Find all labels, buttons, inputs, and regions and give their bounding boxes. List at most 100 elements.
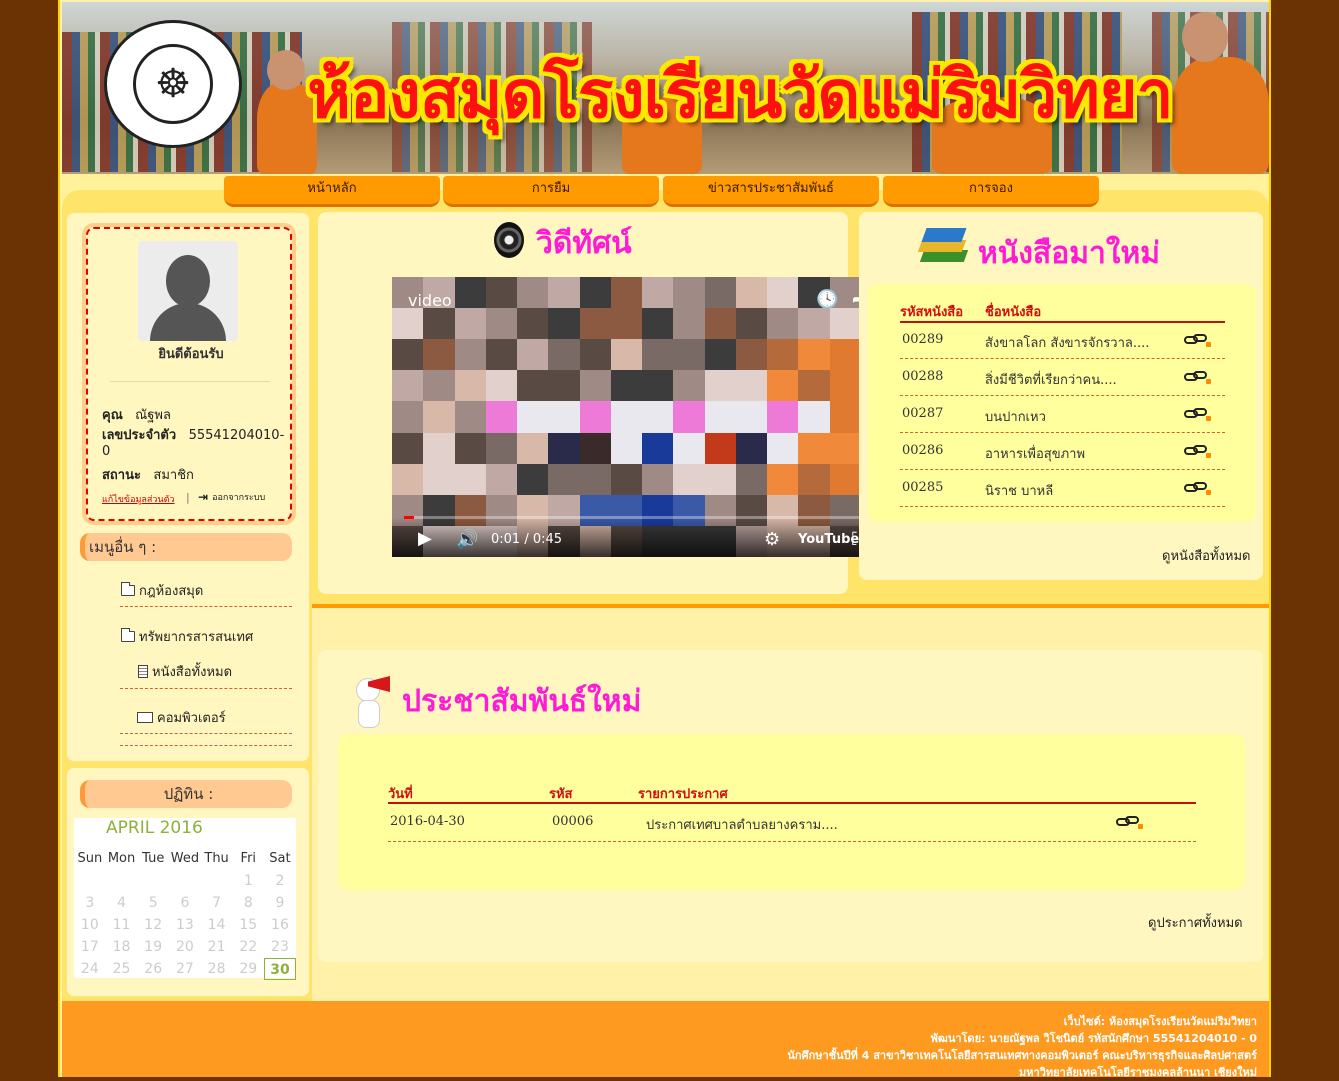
calendar-day[interactable]: 15 <box>232 914 264 936</box>
video-thumbnail-pixel <box>767 339 799 371</box>
video-thumbnail-pixel <box>673 401 705 433</box>
calendar-day[interactable]: 4 <box>106 892 138 914</box>
video-thumbnail-pixel <box>485 308 517 340</box>
calendar-day[interactable]: 10 <box>74 914 106 936</box>
calendar-day[interactable]: 16 <box>264 914 296 936</box>
calendar-day[interactable]: 11 <box>106 914 138 936</box>
link-icon[interactable] <box>1184 445 1212 459</box>
menu-information-resources[interactable]: ทรัพยากรสารสนเทศ <box>121 626 253 647</box>
calendar-day[interactable]: 2 <box>264 870 296 892</box>
calendar-day[interactable]: 27 <box>169 958 201 980</box>
calendar-day[interactable]: 23 <box>264 936 296 958</box>
link-icon[interactable] <box>1116 816 1144 830</box>
video-thumbnail-pixel <box>829 463 861 495</box>
video-thumbnail-pixel <box>392 432 424 464</box>
see-all-books-link[interactable]: ดูหนังสือทั้งหมด <box>1162 545 1251 566</box>
calendar-day[interactable]: 29 <box>232 958 264 980</box>
calendar-day[interactable]: 9 <box>264 892 296 914</box>
video-thumbnail-pixel <box>548 432 580 464</box>
see-all-news-link[interactable]: ดูประกาศทั้งหมด <box>1148 912 1243 933</box>
nav-borrow[interactable]: การยืม <box>443 176 659 207</box>
video-player[interactable]: video 🕓 ➦ ▶ 🔊 0:01 / 0:45 ⚙ YouTube ⛶ <box>392 277 892 557</box>
new-books-title: หนังสือมาใหม่ <box>978 236 1161 271</box>
volume-icon[interactable]: 🔊 <box>456 529 478 550</box>
book-code: 00286 <box>902 443 944 458</box>
calendar-weekday: Mon <box>107 851 136 866</box>
video-progress-bar[interactable] <box>404 516 880 519</box>
calendar-day[interactable]: 22 <box>232 936 264 958</box>
video-thumbnail-pixel <box>767 401 799 433</box>
settings-icon[interactable]: ⚙ <box>764 529 780 550</box>
logout-button[interactable]: ⇥ ออกจากระบบ <box>198 490 265 504</box>
calendar-day[interactable]: 5 <box>137 892 169 914</box>
calendar-day[interactable]: 12 <box>137 914 169 936</box>
book-name: นิราช บาหลี <box>985 484 1054 499</box>
row-divider <box>900 506 1225 507</box>
user-info-box: ยินดีต้อนรับ คุณ ณัฐพล เลขประจำตัว 55541… <box>86 227 292 521</box>
nav-home[interactable]: หน้าหลัก <box>224 176 440 207</box>
calendar-day[interactable]: 7 <box>201 892 233 914</box>
col-book-code: รหัสหนังสือ <box>900 305 964 320</box>
video-thumbnail-pixel <box>642 463 674 495</box>
link-icon[interactable] <box>1184 334 1212 348</box>
calendar-day[interactable]: 19 <box>137 936 169 958</box>
link-icon[interactable] <box>1184 408 1212 422</box>
menu-computers[interactable]: คอมพิวเตอร์ <box>137 707 226 728</box>
menu-all-books[interactable]: หนังสือทั้งหมด <box>138 661 232 682</box>
calendar-day[interactable]: 30 <box>264 958 296 980</box>
calendar-day[interactable]: 26 <box>137 958 169 980</box>
play-icon[interactable]: ▶ <box>418 528 432 549</box>
nav-news[interactable]: ข่าวสารประชาสัมพันธ์ <box>663 176 879 207</box>
video-thumbnail-pixel <box>829 370 861 402</box>
video-thumbnail-pixel <box>548 277 580 309</box>
calendar-day[interactable]: 28 <box>201 958 233 980</box>
watch-later-icon[interactable]: 🕓 <box>816 289 838 310</box>
calendar-month: APRIL 2016 <box>106 818 203 838</box>
calendar-day[interactable]: 14 <box>201 914 233 936</box>
calendar-day[interactable]: 25 <box>106 958 138 980</box>
calendar-day[interactable]: 18 <box>106 936 138 958</box>
link-icon[interactable] <box>1184 371 1212 385</box>
video-thumbnail-pixel <box>610 432 642 464</box>
id-label: เลขประจำตัว <box>102 428 177 443</box>
welcome-text: ยินดีต้อนรับ <box>158 347 224 362</box>
calendar-day[interactable]: 1 <box>232 870 264 892</box>
video-thumbnail-pixel <box>610 370 642 402</box>
edit-profile-link[interactable]: แก้ไขข้อมูลส่วนตัว <box>102 492 175 506</box>
video-thumbnail-pixel <box>423 463 455 495</box>
menu-library-rules[interactable]: กฎห้องสมุด <box>121 580 203 601</box>
video-thumbnail-pixel <box>454 308 486 340</box>
calendar-weekday: Wed <box>170 851 200 866</box>
news-date: 2016-04-30 <box>390 814 465 829</box>
calendar-header: ปฏิทิน : <box>80 780 292 808</box>
video-thumbnail-pixel <box>735 308 767 340</box>
video-thumbnail-pixel <box>517 432 549 464</box>
user-id: 55541204010- <box>188 428 285 443</box>
calendar-day[interactable]: 8 <box>232 892 264 914</box>
calendar-day[interactable]: 24 <box>74 958 106 980</box>
film-reel-icon <box>494 222 524 258</box>
news-item: ประกาศเทศบาลตำบลยางคราม.... <box>646 818 838 833</box>
video-thumbnail-pixel <box>704 463 736 495</box>
calendar-weekday: Tue <box>142 851 165 866</box>
youtube-logo-icon[interactable]: YouTube <box>798 532 859 547</box>
link-icon[interactable] <box>1184 482 1212 496</box>
video-thumbnail-pixel <box>454 463 486 495</box>
calendar-day[interactable]: 20 <box>169 936 201 958</box>
folder-icon <box>121 582 135 596</box>
video-thumbnail-pixel <box>579 401 611 433</box>
video-thumbnail-pixel <box>642 432 674 464</box>
header-banner: ☸ ห้องสมุดโรงเรียนวัดแม่ริมวิทยา <box>62 2 1269 174</box>
books-icon <box>917 228 970 272</box>
video-thumbnail-pixel <box>704 432 736 464</box>
calendar-day[interactable]: 21 <box>201 936 233 958</box>
calendar-day[interactable]: 13 <box>169 914 201 936</box>
video-thumbnail-pixel <box>423 432 455 464</box>
calendar-day[interactable]: 6 <box>169 892 201 914</box>
nav-reserve[interactable]: การจอง <box>883 176 1099 207</box>
calendar-day[interactable]: 3 <box>74 892 106 914</box>
video-thumbnail-pixel <box>704 370 736 402</box>
computer-icon <box>137 712 153 723</box>
calendar-day[interactable]: 17 <box>74 936 106 958</box>
video-thumbnail-pixel <box>610 308 642 340</box>
